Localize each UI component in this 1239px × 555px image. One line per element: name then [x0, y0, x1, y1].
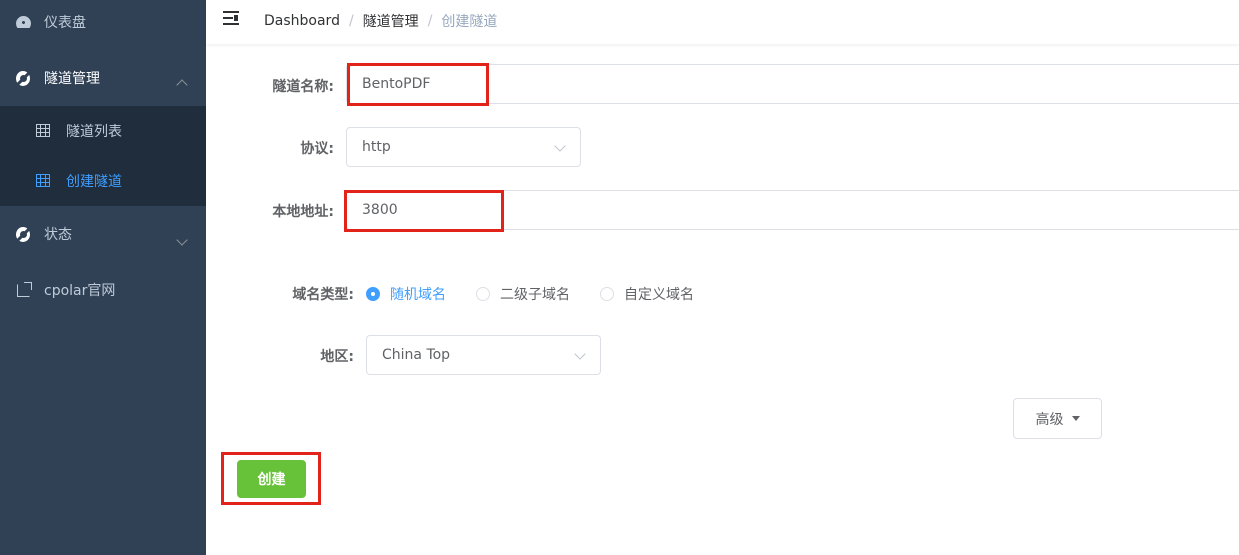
external-link-icon — [16, 281, 32, 297]
dashboard-gauge-icon — [16, 15, 30, 29]
chevron-down-icon — [574, 348, 586, 360]
chevron-up-icon — [176, 79, 188, 91]
submenu-tunnels: 隧道列表 创建隧道 — [0, 106, 206, 206]
sidebar-item-tunnel-management[interactable]: 隧道管理 — [0, 56, 206, 100]
domain-type-radio-group: 随机域名 二级子域名 自定义域名 — [366, 284, 724, 304]
highlight-box — [344, 190, 504, 232]
tunnel-icon — [16, 70, 30, 86]
protocol-label: 协议: — [300, 141, 334, 157]
radio-unchecked-icon — [476, 287, 490, 301]
radio-label: 自定义域名 — [624, 287, 694, 303]
radio-unchecked-icon — [600, 287, 614, 301]
radio-label: 二级子域名 — [500, 287, 570, 303]
breadcrumb-tunnel-management[interactable]: 隧道管理 — [363, 11, 419, 31]
radio-label: 随机域名 — [390, 287, 446, 303]
region-value: China Top — [382, 347, 451, 363]
sidebar-item-label: 仪表盘 — [44, 15, 86, 31]
breadcrumb-dashboard[interactable]: Dashboard — [264, 13, 340, 29]
radio-checked-icon — [366, 287, 380, 301]
breadcrumb-separator: / — [427, 13, 433, 29]
highlight-box — [221, 452, 321, 505]
top-header: Dashboard / 隧道管理 / 创建隧道 — [206, 0, 1239, 44]
sidebar-item-label: 隧道管理 — [44, 71, 100, 87]
breadcrumb-create-tunnel: 创建隧道 — [441, 14, 498, 30]
sidebar-item-create-tunnel[interactable]: 创建隧道 — [0, 156, 206, 206]
highlight-box — [347, 63, 489, 106]
region-select[interactable]: China Top — [366, 335, 601, 375]
radio-subdomain[interactable]: 二级子域名 — [476, 284, 570, 304]
domain-type-label: 域名类型: — [292, 287, 354, 303]
sidebar-item-status[interactable]: 状态 — [0, 212, 206, 256]
caret-down-icon — [1071, 416, 1080, 421]
breadcrumb-separator: / — [348, 13, 354, 29]
local-address-label: 本地地址: — [272, 204, 334, 220]
sidebar-item-label: 创建隧道 — [66, 174, 122, 190]
status-icon — [16, 226, 30, 242]
sidebar-item-label: 状态 — [44, 227, 72, 243]
radio-custom-domain[interactable]: 自定义域名 — [600, 284, 694, 304]
advanced-button-label: 高级 — [1035, 411, 1064, 428]
sidebar-item-label: 隧道列表 — [66, 124, 122, 140]
sidebar-item-label: cpolar官网 — [44, 283, 116, 299]
radio-random-domain[interactable]: 随机域名 — [366, 284, 446, 304]
chevron-down-icon — [176, 234, 188, 246]
chevron-down-icon — [554, 140, 566, 152]
advanced-button[interactable]: 高级 — [1013, 398, 1102, 439]
sidebar: 仪表盘 隧道管理 隧道列表 创建隧道 状态 cpolar官网 — [0, 0, 206, 555]
hamburger-fold-icon[interactable] — [223, 11, 239, 25]
protocol-value: http — [362, 139, 391, 155]
sidebar-item-cpolar-website[interactable]: cpolar官网 — [0, 268, 206, 312]
sidebar-item-dashboard[interactable]: 仪表盘 — [0, 0, 206, 44]
region-label: 地区: — [320, 349, 354, 365]
table-grid-icon — [36, 174, 50, 188]
table-grid-icon — [36, 124, 50, 138]
protocol-select[interactable]: http — [346, 127, 581, 167]
tunnel-name-label: 隧道名称: — [272, 79, 334, 95]
breadcrumb: Dashboard / 隧道管理 / 创建隧道 — [264, 11, 497, 31]
sidebar-item-tunnel-list[interactable]: 隧道列表 — [0, 106, 206, 156]
